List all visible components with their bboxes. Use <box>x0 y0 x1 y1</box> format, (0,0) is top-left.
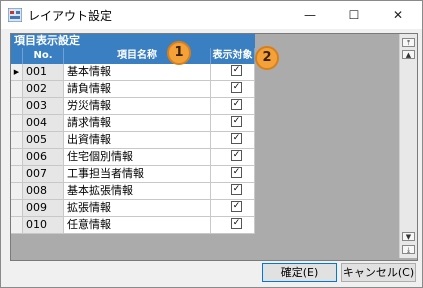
row-display-flag-cell[interactable]: ✓ <box>211 183 255 199</box>
minimize-button[interactable]: — <box>288 1 332 29</box>
row-name-cell[interactable]: 工事担当者情報 <box>64 166 211 182</box>
row-indicator[interactable] <box>11 98 23 114</box>
row-name-cell[interactable]: 基本情報 <box>64 64 211 80</box>
display-flag-checkbox[interactable]: ✓ <box>231 81 242 93</box>
table-row[interactable]: 006 住宅個別情報 ✓ <box>11 149 255 166</box>
row-name-cell[interactable]: 労災情報 <box>64 98 211 114</box>
scroll-up-button[interactable]: ▲ <box>402 50 415 59</box>
row-indicator[interactable] <box>11 115 23 131</box>
column-header-display-flag[interactable]: 表示対象 <box>211 48 255 64</box>
row-indicator-header <box>11 48 23 64</box>
window-title: レイアウト設定 <box>28 9 113 23</box>
row-no-cell[interactable]: 003 <box>23 98 64 114</box>
row-no-cell[interactable]: 007 <box>23 166 64 182</box>
app-icon <box>8 8 22 22</box>
row-display-flag-cell[interactable]: ✓ <box>211 166 255 182</box>
row-no-cell[interactable]: 004 <box>23 115 64 131</box>
table-row[interactable]: 010 任意情報 ✓ <box>11 217 255 234</box>
row-no-cell[interactable]: 005 <box>23 132 64 148</box>
row-name-cell[interactable]: 任意情報 <box>64 217 211 233</box>
row-indicator[interactable] <box>11 183 23 199</box>
close-icon: ✕ <box>392 8 404 22</box>
row-no-cell[interactable]: 001 <box>23 64 64 80</box>
annotation-badge-1: 1 <box>167 41 191 65</box>
row-indicator[interactable] <box>11 166 23 182</box>
row-display-flag-cell[interactable]: ✓ <box>211 200 255 216</box>
scroll-down-button[interactable]: ▼ <box>402 232 415 241</box>
display-flag-checkbox[interactable]: ✓ <box>231 200 242 212</box>
close-button[interactable]: ✕ <box>376 1 420 29</box>
display-flag-checkbox[interactable]: ✓ <box>231 98 242 110</box>
row-name-cell[interactable]: 拡張情報 <box>64 200 211 216</box>
table-row[interactable]: 003 労災情報 ✓ <box>11 98 255 115</box>
row-display-flag-cell[interactable]: ✓ <box>211 149 255 165</box>
row-no-cell[interactable]: 010 <box>23 217 64 233</box>
column-header-no[interactable]: No. <box>23 48 64 64</box>
grid-rows: ▶ 001 基本情報 ✓ 002 請負情報 ✓ 003 労災情報 ✓ 004 請求情報 ✓ 005 出資情報… <box>11 64 255 234</box>
vertical-scrollbar[interactable]: ⤒ ▲ ▼ ⤓ <box>399 34 417 258</box>
maximize-icon: ☐ <box>348 8 360 22</box>
row-display-flag-cell[interactable]: ✓ <box>211 217 255 233</box>
row-display-flag-cell[interactable]: ✓ <box>211 81 255 97</box>
row-name-cell[interactable]: 出資情報 <box>64 132 211 148</box>
row-display-flag-cell[interactable]: ✓ <box>211 132 255 148</box>
annotation-badge-2: 2 <box>255 46 279 70</box>
display-flag-checkbox[interactable]: ✓ <box>231 166 242 178</box>
display-flag-checkbox[interactable]: ✓ <box>231 132 242 144</box>
row-indicator[interactable] <box>11 200 23 216</box>
minimize-icon: — <box>304 8 316 22</box>
display-flag-checkbox[interactable]: ✓ <box>231 149 242 161</box>
row-name-cell[interactable]: 請求情報 <box>64 115 211 131</box>
item-display-grid[interactable]: 項目表示設定 No. 項目名称 表示対象 ▶ 001 基本情報 ✓ 002 請負情報 ✓ 00… <box>10 33 418 261</box>
row-indicator[interactable] <box>11 81 23 97</box>
grid-group-header: 項目表示設定 <box>11 34 255 48</box>
maximize-button[interactable]: ☐ <box>332 1 376 29</box>
row-indicator[interactable] <box>11 132 23 148</box>
confirm-button[interactable]: 確定(E) <box>262 263 337 282</box>
table-row[interactable]: 009 拡張情報 ✓ <box>11 200 255 217</box>
row-name-cell[interactable]: 請負情報 <box>64 81 211 97</box>
scroll-top-button[interactable]: ⤒ <box>402 38 415 47</box>
table-row[interactable]: 007 工事担当者情報 ✓ <box>11 166 255 183</box>
display-flag-checkbox[interactable]: ✓ <box>231 115 242 127</box>
table-row[interactable]: 005 出資情報 ✓ <box>11 132 255 149</box>
layout-settings-window: レイアウト設定 — ☐ ✕ 項目表示設定 No. 項目名称 表示対象 ▶ 001 基… <box>0 0 423 288</box>
display-flag-checkbox[interactable]: ✓ <box>231 64 242 76</box>
row-indicator[interactable] <box>11 149 23 165</box>
row-display-flag-cell[interactable]: ✓ <box>211 64 255 80</box>
table-row[interactable]: 004 請求情報 ✓ <box>11 115 255 132</box>
table-row[interactable]: ▶ 001 基本情報 ✓ <box>11 64 255 81</box>
display-flag-checkbox[interactable]: ✓ <box>231 183 242 195</box>
row-no-cell[interactable]: 009 <box>23 200 64 216</box>
row-name-cell[interactable]: 住宅個別情報 <box>64 149 211 165</box>
table-row[interactable]: 002 請負情報 ✓ <box>11 81 255 98</box>
row-no-cell[interactable]: 006 <box>23 149 64 165</box>
row-no-cell[interactable]: 002 <box>23 81 64 97</box>
cancel-button[interactable]: キャンセル(C) <box>341 263 416 282</box>
row-display-flag-cell[interactable]: ✓ <box>211 115 255 131</box>
display-flag-checkbox[interactable]: ✓ <box>231 217 242 229</box>
scroll-bottom-button[interactable]: ⤓ <box>402 245 415 254</box>
row-name-cell[interactable]: 基本拡張情報 <box>64 183 211 199</box>
row-display-flag-cell[interactable]: ✓ <box>211 98 255 114</box>
row-no-cell[interactable]: 008 <box>23 183 64 199</box>
row-indicator[interactable] <box>11 217 23 233</box>
table-row[interactable]: 008 基本拡張情報 ✓ <box>11 183 255 200</box>
title-bar: レイアウト設定 — ☐ ✕ <box>1 1 422 29</box>
row-indicator[interactable]: ▶ <box>11 64 23 80</box>
